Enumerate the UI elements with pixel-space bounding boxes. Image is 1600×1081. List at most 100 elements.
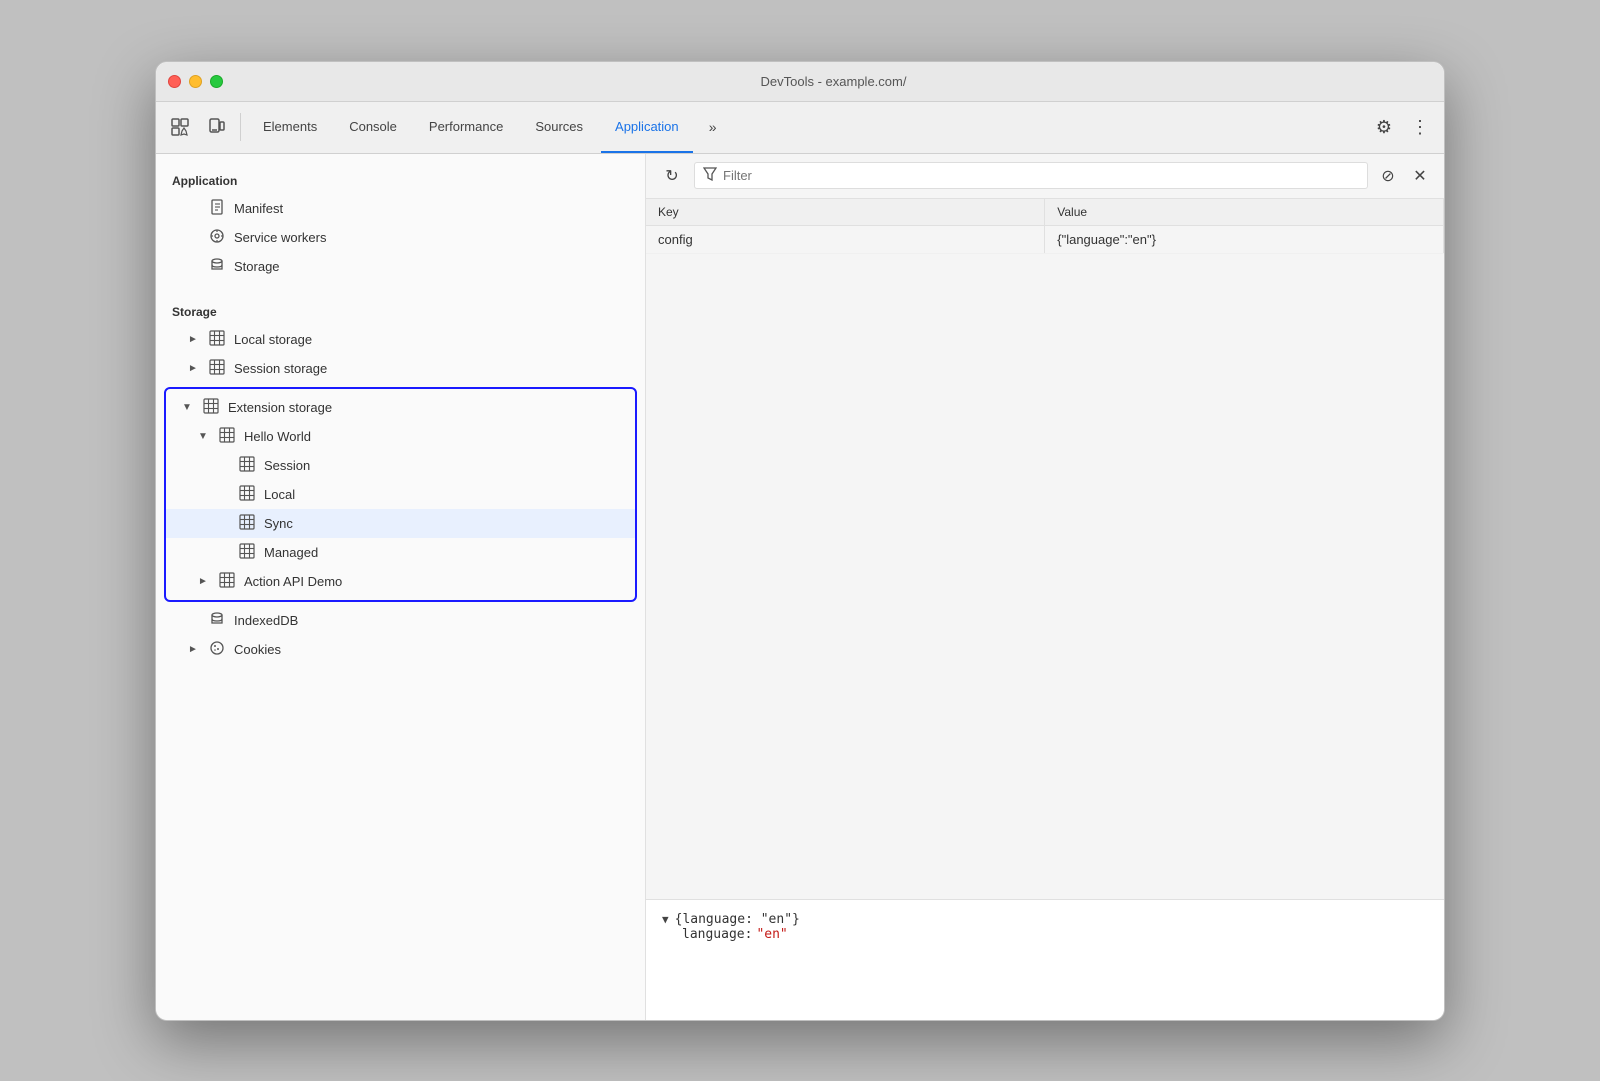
refresh-button[interactable]: ↻ (658, 162, 686, 190)
sidebar-item-local-storage[interactable]: ► Local storage (156, 325, 645, 354)
service-workers-icon (208, 228, 226, 247)
device-icon (206, 117, 226, 137)
extension-storage-label: Extension storage (228, 400, 332, 415)
tab-application[interactable]: Application (601, 101, 693, 153)
column-key: Key (646, 199, 1045, 226)
action-api-icon (218, 572, 236, 591)
toolbar-divider (240, 113, 241, 141)
filter-input[interactable] (723, 168, 1359, 183)
sidebar-item-action-api-demo[interactable]: ► Action API Demo (166, 567, 635, 596)
action-api-label: Action API Demo (244, 574, 342, 589)
hello-world-label: Hello World (244, 429, 311, 444)
sidebar-item-storage-app[interactable]: Storage (156, 252, 645, 281)
local-storage-arrow: ► (188, 334, 200, 345)
property-key: language: (682, 927, 752, 942)
tab-sources[interactable]: Sources (521, 101, 597, 153)
column-value: Value (1045, 199, 1444, 226)
tab-console[interactable]: Console (335, 101, 411, 153)
action-api-arrow: ► (198, 576, 210, 587)
indexeddb-label: IndexedDB (234, 613, 298, 628)
traffic-lights (168, 75, 223, 88)
tab-performance[interactable]: Performance (415, 101, 517, 153)
sidebar-item-sync[interactable]: Sync (166, 509, 635, 538)
bottom-pane: ▼ {language: "en"} language: "en" (646, 900, 1444, 1020)
cookies-icon (208, 640, 226, 659)
session-icon (238, 456, 256, 475)
tab-elements[interactable]: Elements (249, 101, 331, 153)
sidebar-item-extension-storage[interactable]: ▼ Extension storage (166, 393, 635, 422)
extension-storage-group: ▼ Extension storage ▼ (164, 387, 637, 602)
sidebar-item-local[interactable]: Local (166, 480, 635, 509)
cookies-label: Cookies (234, 642, 281, 657)
managed-label: Managed (264, 545, 318, 560)
sync-label: Sync (264, 516, 293, 531)
main-content: Application Manifest (156, 154, 1444, 1020)
title-bar: DevTools - example.com/ (156, 62, 1444, 102)
toolbar: Elements Console Performance Sources App… (156, 102, 1444, 154)
object-arrow: ▼ (662, 913, 669, 926)
storage-icon (208, 257, 226, 276)
session-arrow (218, 460, 230, 471)
extension-storage-icon (202, 398, 220, 417)
session-storage-icon (208, 359, 226, 378)
service-workers-label: Service workers (234, 230, 326, 245)
local-icon (238, 485, 256, 504)
sw-arrow (188, 232, 200, 243)
cookies-arrow: ► (188, 644, 200, 655)
right-panel: ↻ ⊘ ✕ (646, 154, 1444, 1020)
table-header-row: Key Value (646, 199, 1444, 226)
cursor-tool-button[interactable] (164, 111, 196, 143)
local-label: Local (264, 487, 295, 502)
storage-section-title: Storage (156, 297, 645, 325)
session-storage-arrow: ► (188, 363, 200, 374)
table-row[interactable]: config {"language":"en"} (646, 225, 1444, 253)
filter-input-wrap (694, 162, 1368, 189)
maximize-button[interactable] (210, 75, 223, 88)
sidebar-item-hello-world[interactable]: ▼ Hello World (166, 422, 635, 451)
close-filter-button[interactable]: ✕ (1408, 164, 1432, 188)
window-title: DevTools - example.com/ (235, 74, 1432, 89)
local-arrow (218, 489, 230, 500)
storage-app-label: Storage (234, 259, 280, 274)
sidebar: Application Manifest (156, 154, 646, 1020)
data-table: Key Value config (646, 199, 1444, 254)
hello-world-icon (218, 427, 236, 446)
manifest-icon (208, 199, 226, 218)
storage-app-arrow (188, 261, 200, 272)
property-line: language: "en" (662, 927, 1428, 942)
sidebar-item-session-storage[interactable]: ► Session storage (156, 354, 645, 383)
more-options-button[interactable]: ⋮ (1404, 111, 1436, 143)
sidebar-item-session[interactable]: Session (166, 451, 635, 480)
cursor-icon (170, 117, 190, 137)
sync-arrow (218, 518, 230, 529)
close-button[interactable] (168, 75, 181, 88)
row-value-cell: {"language":"en"} (1045, 225, 1444, 253)
more-tabs-button[interactable]: » (697, 111, 729, 143)
sync-icon (238, 514, 256, 533)
toolbar-right: ⚙ ⋮ (1368, 111, 1436, 143)
local-storage-label: Local storage (234, 332, 312, 347)
object-label: {language: "en"} (675, 912, 800, 927)
clear-filter-button[interactable]: ⊘ (1376, 164, 1400, 188)
managed-icon (238, 543, 256, 562)
application-section-title: Application (156, 166, 645, 194)
settings-button[interactable]: ⚙ (1368, 111, 1400, 143)
extension-storage-arrow: ▼ (182, 402, 194, 413)
sidebar-item-indexeddb[interactable]: IndexedDB (156, 606, 645, 635)
devtools-window: DevTools - example.com/ Elements Console (155, 61, 1445, 1021)
session-label: Session (264, 458, 310, 473)
session-storage-label: Session storage (234, 361, 327, 376)
manifest-arrow (188, 203, 200, 214)
sidebar-item-managed[interactable]: Managed (166, 538, 635, 567)
hello-world-arrow: ▼ (198, 431, 210, 442)
property-value: "en" (756, 927, 787, 942)
data-table-wrapper: Key Value config (646, 199, 1444, 900)
sidebar-item-cookies[interactable]: ► Cookies (156, 635, 645, 664)
minimize-button[interactable] (189, 75, 202, 88)
local-storage-icon (208, 330, 226, 349)
indexeddb-icon (208, 611, 226, 630)
sidebar-item-service-workers[interactable]: Service workers (156, 223, 645, 252)
device-toggle-button[interactable] (200, 111, 232, 143)
filter-bar: ↻ ⊘ ✕ (646, 154, 1444, 199)
sidebar-item-manifest[interactable]: Manifest (156, 194, 645, 223)
